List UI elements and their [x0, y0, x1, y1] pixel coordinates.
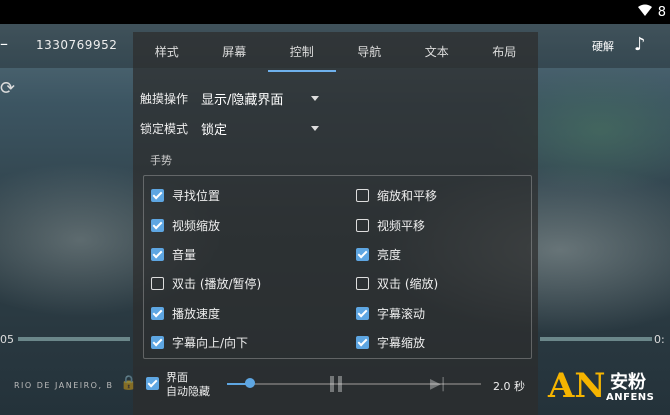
- gesture-option[interactable]: 字幕缩放: [356, 334, 425, 350]
- gesture-option-label: 寻找位置: [172, 188, 221, 203]
- watermark-logo: AN 安粉 ANFENS: [548, 366, 670, 415]
- tab-navigation[interactable]: 导航: [336, 32, 404, 72]
- watermark-cn: 安粉: [610, 372, 646, 393]
- checkbox-checked: [151, 218, 164, 232]
- gesture-option[interactable]: 播放速度: [151, 305, 220, 321]
- gesture-option[interactable]: 双击 (播放/暂停): [151, 275, 261, 291]
- touch-action-dropdown[interactable]: 显示/隐藏界面: [201, 89, 283, 108]
- status-bar: 8: [0, 0, 670, 24]
- rotate-icon[interactable]: ⟳: [0, 78, 15, 102]
- back-icon[interactable]: –: [0, 36, 12, 52]
- auto-hide-label-line2: 自动隐藏: [166, 385, 210, 398]
- elapsed-time: 05: [0, 333, 14, 346]
- tab-layout[interactable]: 布局: [471, 32, 539, 72]
- hw-decoder-button[interactable]: 硬解: [592, 38, 614, 54]
- gesture-option-label: 缩放和平移: [377, 188, 438, 203]
- watermark-en: ANFENS: [606, 392, 655, 403]
- tab-style[interactable]: 样式: [133, 32, 201, 72]
- chevron-down-icon: [311, 126, 319, 131]
- gesture-option[interactable]: 缩放和平移: [356, 187, 437, 203]
- checkbox-unchecked: [356, 276, 369, 290]
- wifi-icon: [637, 4, 652, 20]
- gesture-option[interactable]: 字幕向上/向下: [151, 334, 248, 350]
- checkbox-checked: [151, 335, 164, 349]
- checkbox-unchecked: [356, 188, 369, 202]
- tab-text[interactable]: 文本: [403, 32, 471, 72]
- checkbox-checked: [151, 188, 164, 202]
- gesture-option[interactable]: 音量: [151, 246, 196, 262]
- video-title: 1330769952: [36, 38, 118, 52]
- gesture-option-label: 音量: [172, 247, 197, 262]
- chevron-down-icon: [311, 96, 319, 101]
- checkbox-unchecked: [151, 276, 164, 290]
- seek-bar-right[interactable]: [540, 337, 652, 341]
- lock-mode-dropdown[interactable]: 锁定: [201, 119, 227, 138]
- checkbox-unchecked: [356, 218, 369, 232]
- gesture-option-label: 字幕滚动: [377, 306, 426, 321]
- auto-hide-value: 2.0 秒: [493, 380, 525, 393]
- gesture-option[interactable]: 亮度: [356, 246, 401, 262]
- gesture-option[interactable]: 视频缩放: [151, 217, 220, 233]
- gesture-option-label: 字幕向上/向下: [172, 335, 249, 350]
- checkbox-checked: [356, 247, 369, 261]
- auto-hide-checkbox[interactable]: [146, 377, 159, 390]
- seek-bar[interactable]: [18, 337, 130, 341]
- lock-mode-label: 锁定模式: [140, 122, 189, 136]
- total-time: 0:: [654, 333, 665, 346]
- auto-hide-label: 界面 自动隐藏: [166, 371, 210, 399]
- gesture-option[interactable]: 双击 (缩放): [356, 275, 438, 291]
- touch-action-value: 显示/隐藏界面: [201, 93, 284, 108]
- tab-screen[interactable]: 屏幕: [201, 32, 269, 72]
- watermark-an: AN: [548, 366, 606, 406]
- gesture-option-label: 字幕缩放: [377, 335, 426, 350]
- gesture-option[interactable]: 视频平移: [356, 217, 425, 233]
- music-icon[interactable]: ♪: [634, 34, 646, 55]
- gesture-option-label: 亮度: [377, 247, 402, 262]
- gesture-section-title: 手势: [150, 154, 172, 167]
- next-icon[interactable]: ▶|: [430, 376, 445, 392]
- checkbox-checked: [356, 335, 369, 349]
- gesture-option-label: 视频缩放: [172, 218, 221, 233]
- tab-bar: 样式 屏幕 控制 导航 文本 布局: [133, 32, 538, 72]
- gesture-option[interactable]: 字幕滚动: [356, 305, 425, 321]
- checkbox-checked: [146, 377, 159, 390]
- checkbox-checked: [151, 306, 164, 320]
- checkbox-checked: [356, 306, 369, 320]
- auto-hide-label-line1: 界面: [166, 371, 188, 384]
- video-location-caption: RIO DE JANEIRO, B: [14, 381, 114, 390]
- gesture-option-label: 双击 (播放/暂停): [172, 276, 262, 291]
- status-partial-text: 8: [657, 4, 666, 20]
- gesture-option-label: 视频平移: [377, 218, 426, 233]
- lock-mode-value: 锁定: [201, 123, 228, 138]
- checkbox-checked: [151, 247, 164, 261]
- gesture-option-label: 双击 (缩放): [377, 276, 439, 291]
- touch-action-label: 触摸操作: [140, 92, 189, 106]
- pause-icon[interactable]: [330, 376, 344, 392]
- settings-dialog: 样式 屏幕 控制 导航 文本 布局 触摸操作 显示/隐藏界面 锁定模式 锁定 手…: [133, 32, 538, 415]
- tab-control[interactable]: 控制: [268, 32, 336, 72]
- gesture-option[interactable]: 寻找位置: [151, 187, 220, 203]
- auto-hide-slider-thumb[interactable]: [245, 378, 255, 388]
- gesture-option-label: 播放速度: [172, 306, 221, 321]
